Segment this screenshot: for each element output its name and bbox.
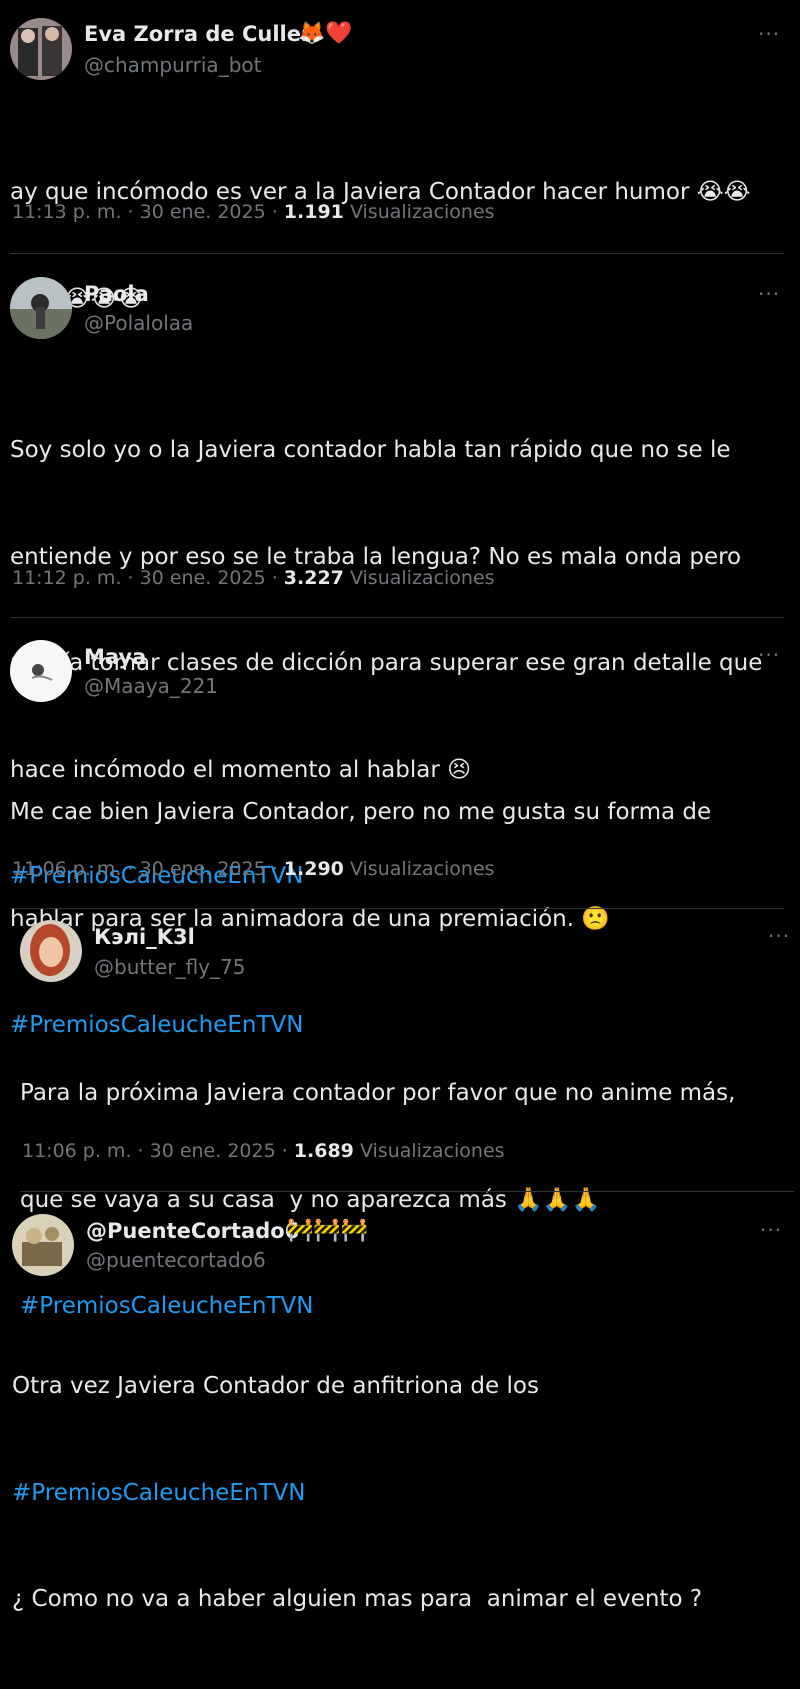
- handle[interactable]: @champurria_bot: [84, 53, 261, 77]
- name-emoji: 🦊❤️: [298, 21, 353, 46]
- display-name[interactable]: Paola: [84, 282, 149, 306]
- display-name[interactable]: Eva Zorra de Cullen: [84, 22, 316, 46]
- tweet-meta: 11:06 p. m. · 30 ene. 2025 · 1.689 Visua…: [22, 1140, 505, 1162]
- more-options-icon[interactable]: ···: [758, 643, 780, 667]
- timestamp[interactable]: 11:13 p. m. · 30 ene. 2025 ·: [12, 201, 284, 223]
- handle[interactable]: @Maaya_221: [84, 674, 218, 698]
- views-label: Visualizaciones: [343, 567, 495, 589]
- hashtag-link[interactable]: #PremiosCaleucheEnTVN: [12, 1476, 792, 1512]
- view-count: 1.191: [283, 201, 344, 223]
- tweet-meta: 11:13 p. m. · 30 ene. 2025 · 1.191 Visua…: [12, 201, 495, 223]
- tweet-text-line: Me cae bien Javiera Contador, pero no me…: [10, 799, 712, 825]
- view-count: 1.689: [293, 1140, 354, 1162]
- timestamp[interactable]: 11:06 p. m. · 30 ene. 2025 ·: [22, 1140, 294, 1162]
- display-name[interactable]: Кэлі_K3l: [94, 925, 195, 949]
- more-options-icon[interactable]: ···: [768, 924, 790, 948]
- tweet-4[interactable]: Кэлі_K3l @butter_fly_75 ··· Para la próx…: [0, 909, 790, 1319]
- tweet-text-line: Otra vez Javiera Contador de anfitriona …: [12, 1373, 539, 1399]
- tweet-1[interactable]: Eva Zorra de Cullen 🦊❤️ @champurria_bot …: [0, 0, 790, 312]
- name-emoji: 🚧🚧🚧: [286, 1218, 369, 1243]
- handle[interactable]: @puentecortado6: [86, 1248, 266, 1272]
- view-count: 1.290: [283, 858, 344, 880]
- display-name[interactable]: Maya: [84, 645, 146, 669]
- tweet-3[interactable]: Maya @Maaya_221 ··· Me cae bien Javiera …: [0, 618, 790, 1038]
- views-label: Visualizaciones: [353, 1140, 505, 1162]
- views-label: Visualizaciones: [343, 858, 495, 880]
- avatar[interactable]: [12, 1214, 74, 1276]
- tweet-meta: 11:06 p. m. · 30 ene. 2025 · 1.290 Visua…: [12, 858, 495, 880]
- tweet-5[interactable]: @PuenteCortado6 🚧🚧🚧 @puentecortado6 ··· …: [0, 1192, 790, 1612]
- tweet-meta: 11:12 p. m. · 30 ene. 2025 · 3.227 Visua…: [12, 567, 495, 589]
- tweet-2[interactable]: Paola @Polalolaa ··· Soy solo yo o la Ja…: [0, 255, 790, 889]
- handle[interactable]: @Polalolaa: [84, 311, 193, 335]
- tweet-text-line: Soy solo yo o la Javiera contador habla …: [10, 437, 731, 463]
- tweet-text-line: ¿ Como no va a haber alguien mas para an…: [12, 1586, 703, 1612]
- timestamp[interactable]: 11:06 p. m. · 30 ene. 2025 ·: [12, 858, 284, 880]
- display-name[interactable]: @PuenteCortado6: [86, 1219, 299, 1243]
- tweet-text-line: Para la próxima Javiera contador por fav…: [20, 1080, 736, 1106]
- avatar[interactable]: [20, 920, 82, 982]
- view-count: 3.227: [283, 567, 344, 589]
- views-label: Visualizaciones: [343, 201, 495, 223]
- divider: [10, 253, 784, 254]
- more-options-icon[interactable]: ···: [760, 1218, 782, 1242]
- more-options-icon[interactable]: ···: [758, 22, 780, 46]
- handle[interactable]: @butter_fly_75: [94, 955, 245, 979]
- tweet-text: Otra vez Javiera Contador de anfitriona …: [12, 1298, 792, 1689]
- avatar[interactable]: [10, 277, 72, 339]
- more-options-icon[interactable]: ···: [758, 282, 780, 306]
- avatar[interactable]: [10, 18, 72, 80]
- avatar[interactable]: [10, 640, 72, 702]
- timestamp[interactable]: 11:12 p. m. · 30 ene. 2025 ·: [12, 567, 284, 589]
